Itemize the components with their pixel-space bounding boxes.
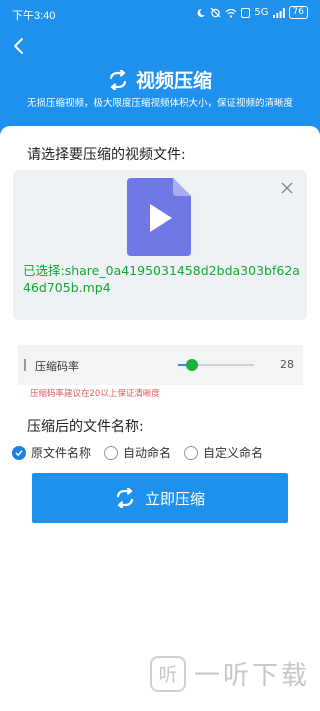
radio-unchecked-icon[interactable]	[104, 445, 119, 460]
compression-rate-slider[interactable]	[178, 359, 254, 371]
close-icon[interactable]	[281, 182, 293, 194]
option-label: 原文件名称	[31, 446, 92, 460]
status-time: 下午3:40	[12, 10, 56, 22]
watermark-text: 一听下载	[194, 661, 311, 691]
watermark-logo: 听	[150, 655, 186, 692]
radio-checked-icon[interactable]	[12, 445, 26, 460]
wifi-icon	[225, 8, 237, 18]
status-bar: 下午3:40 5G 76	[0, 0, 320, 28]
moon-icon	[197, 8, 206, 17]
compression-rate-hint: 压缩码率建议在20以上保证清晰度	[30, 389, 160, 399]
rate-label-marker	[24, 359, 26, 371]
page-subtitle: 无损压缩视频，极大限度压缩视频体积大小，保证视频的清晰度	[26, 98, 293, 109]
network-type: 5G	[254, 7, 269, 18]
option-auto-name[interactable]: 自动命名	[104, 444, 171, 461]
compression-rate-value: 28	[280, 358, 294, 371]
compression-rate-row: 压缩码率 28	[18, 345, 303, 385]
video-file-icon	[127, 178, 191, 256]
back-arrow-icon[interactable]	[10, 37, 28, 55]
refresh-icon	[109, 69, 127, 90]
selected-file-name: 已选择:share_0a4195031458d2bda303bf62a46d70…	[23, 263, 300, 295]
compress-now-button[interactable]: 立即压缩	[32, 473, 288, 523]
watermark: 听 一听下载	[150, 655, 310, 692]
output-filename-title: 压缩后的文件名称:	[27, 419, 144, 435]
sim-icon	[241, 7, 251, 18]
compress-now-label: 立即压缩	[144, 489, 205, 508]
compression-rate-label: 压缩码率	[35, 360, 79, 373]
radio-unchecked-icon[interactable]	[184, 445, 199, 460]
title-row: 视频压缩	[0, 66, 320, 93]
status-icons: 5G 76	[196, 6, 308, 19]
option-original-name[interactable]: 原文件名称	[12, 444, 91, 461]
slider-knob[interactable]	[186, 359, 199, 371]
alarm-off-icon	[210, 7, 221, 18]
selected-file-box[interactable]: 已选择:share_0a4195031458d2bda303bf62a46d70…	[13, 170, 307, 320]
option-custom-name[interactable]: 自定义命名	[184, 444, 263, 461]
signal-icon	[272, 7, 285, 18]
page-title: 视频压缩	[135, 70, 212, 92]
select-video-title: 请选择要压缩的视频文件:	[27, 147, 186, 163]
refresh-icon	[116, 488, 134, 508]
header: 下午3:40 5G 76 视频压缩 无损压缩视频，极大限度压缩视频体积大小，保证…	[0, 0, 320, 138]
filename-options: 原文件名称 自动命名 自定义命名	[12, 444, 276, 461]
option-label: 自定义命名	[203, 446, 264, 460]
battery-indicator: 76	[288, 6, 308, 19]
option-label: 自动命名	[123, 446, 172, 460]
